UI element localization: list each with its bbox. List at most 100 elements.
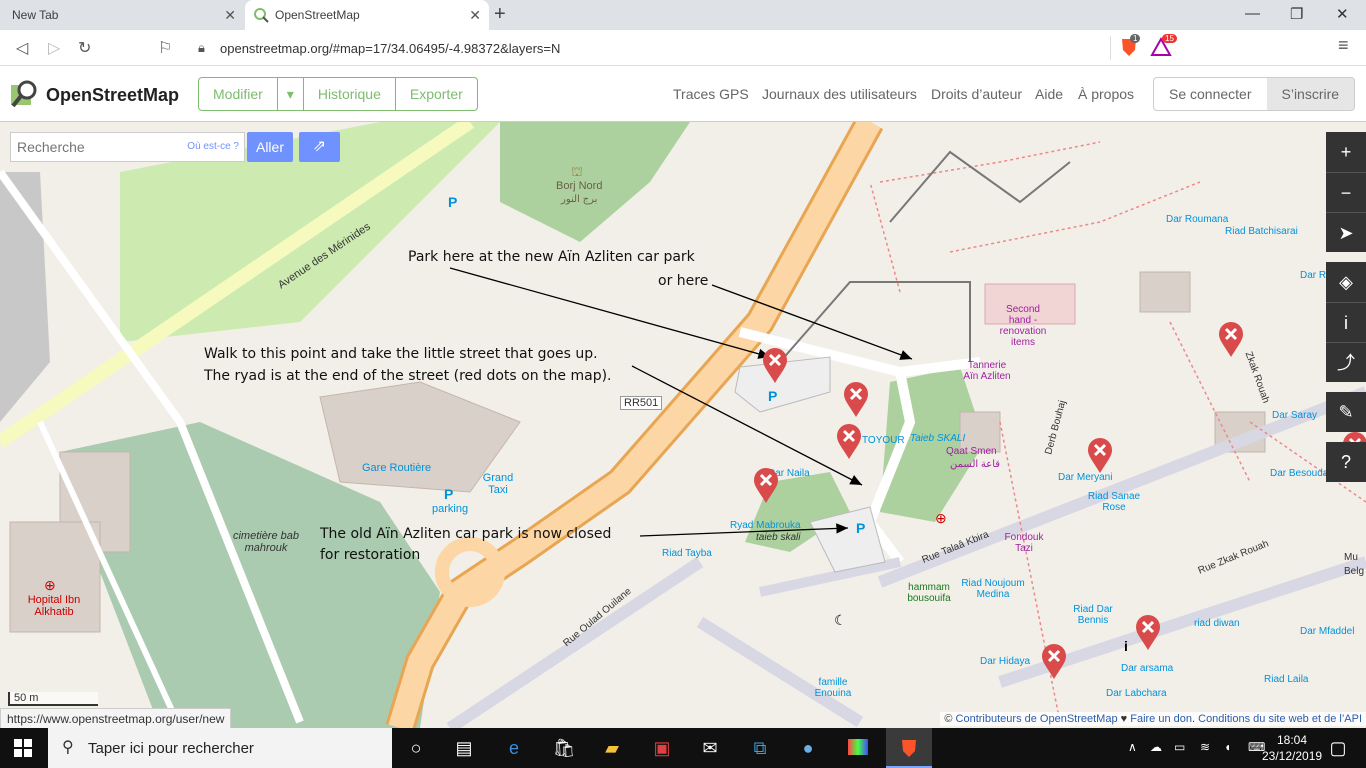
signup-button[interactable]: S’inscrire	[1266, 78, 1355, 110]
taskbar-brave-active[interactable]	[886, 728, 932, 768]
taskbar-clock[interactable]: 18:04 23/12/2019	[1262, 732, 1322, 764]
brave-rewards-icon[interactable]: 15	[1150, 34, 1177, 63]
minimize-icon[interactable]: —	[1245, 5, 1260, 22]
share-icon[interactable]: ⤴	[1326, 342, 1366, 382]
poi-label: parking	[432, 503, 469, 515]
export-button[interactable]: Exporter	[396, 78, 477, 110]
tab-openstreetmap[interactable]: OpenStreetMap ✕	[245, 0, 489, 30]
cloud-icon[interactable]: ☁	[1150, 740, 1162, 754]
poi-label: Tannerie Aïn Azliten	[963, 360, 1011, 382]
windows-start-icon[interactable]	[14, 739, 32, 762]
terms-link[interactable]: Conditions du site web et de l’API	[1198, 713, 1362, 725]
marker-icon[interactable]	[843, 382, 869, 418]
marker-icon[interactable]	[753, 468, 779, 504]
gift-icon[interactable]: ▣	[650, 736, 674, 760]
history-button[interactable]: Historique	[304, 78, 396, 110]
poi-label: cimetière bab mahrouk	[232, 530, 300, 554]
annotation-walk-line1: Walk to this point and take the little s…	[204, 346, 598, 362]
vscode-icon[interactable]: ⧉	[748, 736, 772, 760]
volume-icon[interactable]: ◖	[1224, 740, 1231, 754]
wifi-icon[interactable]: ≋	[1200, 740, 1210, 754]
search-input[interactable]	[11, 133, 186, 161]
marker-icon[interactable]	[1218, 322, 1244, 358]
search-box: Où est-ce ?	[10, 132, 245, 162]
address-bar[interactable]: 🔒︎ openstreetmap.org/#map=17/34.06495/-4…	[188, 34, 1118, 62]
marker-icon[interactable]	[762, 348, 788, 384]
tab-new-tab[interactable]: New Tab ✕	[0, 0, 244, 30]
marker-icon[interactable]	[1135, 615, 1161, 651]
status-url: https://www.openstreetmap.org/user/new	[0, 708, 232, 728]
taskbar-search-placeholder: Taper ici pour rechercher	[88, 739, 254, 757]
window-close-icon[interactable]: ✕	[1336, 5, 1349, 23]
where-is-this-link[interactable]: Où est-ce ?	[187, 141, 239, 152]
color-app-icon[interactable]	[846, 736, 870, 760]
poi-label: riad diwan	[1194, 618, 1240, 629]
geolocate-icon[interactable]: ➤	[1326, 212, 1366, 252]
edit-button[interactable]: Modifier	[199, 78, 278, 110]
edge-icon[interactable]: e	[502, 736, 526, 760]
marker-icon[interactable]	[1041, 644, 1067, 680]
layers-icon[interactable]: ◈	[1326, 262, 1366, 302]
nav-user-diaries[interactable]: Journaux des utilisateurs	[762, 86, 917, 102]
restore-icon[interactable]: ❐	[1290, 5, 1303, 23]
chevron-up-icon[interactable]: ∧	[1128, 740, 1137, 754]
zoom-out-icon[interactable]: −	[1326, 172, 1366, 212]
poi-label: Riad Laila	[1264, 674, 1309, 685]
donate-link[interactable]: Faire un don	[1130, 713, 1192, 725]
cortana-icon[interactable]: ○	[404, 736, 428, 760]
nav-about[interactable]: À propos	[1078, 86, 1134, 102]
brave-shields-icon[interactable]: 1	[1118, 34, 1141, 63]
parking-icon: P	[856, 520, 866, 536]
nav-help[interactable]: Aide	[1035, 86, 1063, 102]
poi-label: Grand Taxi	[482, 472, 514, 496]
map-view[interactable]: Avenue des Mérinides Borj Nord برج النور…	[0, 122, 1366, 728]
map-key-icon[interactable]: i	[1326, 302, 1366, 342]
poi-label: Dar Besouda	[1270, 468, 1329, 479]
notifications-icon[interactable]: ▢	[1326, 736, 1350, 760]
marker-icon[interactable]	[1087, 438, 1113, 474]
reload-icon[interactable]: ↻	[78, 38, 91, 58]
poi-label: برج النور	[561, 194, 598, 205]
poi-label: Riad Batchisarai	[1225, 226, 1298, 237]
battery-icon[interactable]: ▭	[1174, 740, 1185, 754]
contributors-link[interactable]: Contributeurs de OpenStreetMap	[956, 713, 1118, 725]
forward-icon[interactable]: ▷	[48, 38, 60, 58]
osm-brand[interactable]: OpenStreetMap	[46, 85, 179, 106]
directions-icon[interactable]: ⇗	[299, 132, 340, 162]
tab-close-icon[interactable]: ✕	[224, 7, 236, 24]
chat-icon[interactable]: ●	[796, 736, 820, 760]
bookmark-icon[interactable]: ⚐	[158, 38, 172, 58]
taskbar-search-input[interactable]: ⚲ Taper ici pour rechercher	[48, 728, 392, 768]
search-go-button[interactable]: Aller	[247, 132, 293, 162]
zoom-in-icon[interactable]: +	[1326, 132, 1366, 172]
login-button[interactable]: Se connecter	[1154, 78, 1266, 110]
parking-icon: P	[448, 194, 458, 210]
tab-close-icon[interactable]: ✕	[469, 7, 481, 24]
mail-icon[interactable]: ✉	[698, 736, 722, 760]
doctor-icon: ⊕	[935, 510, 947, 526]
building	[1139, 271, 1191, 313]
browser-tab-bar: New Tab ✕ OpenStreetMap ✕ + — ❐ ✕	[0, 0, 1366, 30]
query-features-icon[interactable]: ?	[1326, 442, 1366, 482]
menu-icon[interactable]: ≡	[1338, 35, 1349, 56]
store-icon[interactable]: 🛍︎	[552, 736, 576, 760]
search-icon: ⚲	[62, 739, 74, 756]
osm-favicon-icon	[253, 7, 269, 26]
mosque-icon: ☾	[834, 612, 847, 628]
edit-dropdown-icon[interactable]: ▾	[278, 78, 304, 110]
file-explorer-icon[interactable]: ▰	[600, 736, 624, 760]
osm-logo-icon[interactable]	[10, 79, 40, 109]
nav-gps-traces[interactable]: Traces GPS	[673, 86, 749, 102]
poi-label: Dar Mfaddel	[1300, 626, 1355, 637]
poi-label: Riad Sanae Rose	[1087, 491, 1141, 513]
task-view-icon[interactable]: ▤	[452, 736, 476, 760]
nav-copyright[interactable]: Droits d’auteur	[931, 86, 1022, 102]
back-icon[interactable]: ◁	[16, 38, 28, 58]
new-tab-button[interactable]: +	[494, 3, 506, 26]
castle-icon: ⛫	[571, 164, 583, 179]
poi-label: TOYOUR	[862, 435, 905, 446]
clock-time: 18:04	[1276, 733, 1308, 747]
marker-icon[interactable]	[836, 424, 862, 460]
annotation-park-here: Park here at the new Aïn Azliten car par…	[408, 249, 695, 265]
add-note-icon[interactable]: ✎	[1326, 392, 1366, 432]
